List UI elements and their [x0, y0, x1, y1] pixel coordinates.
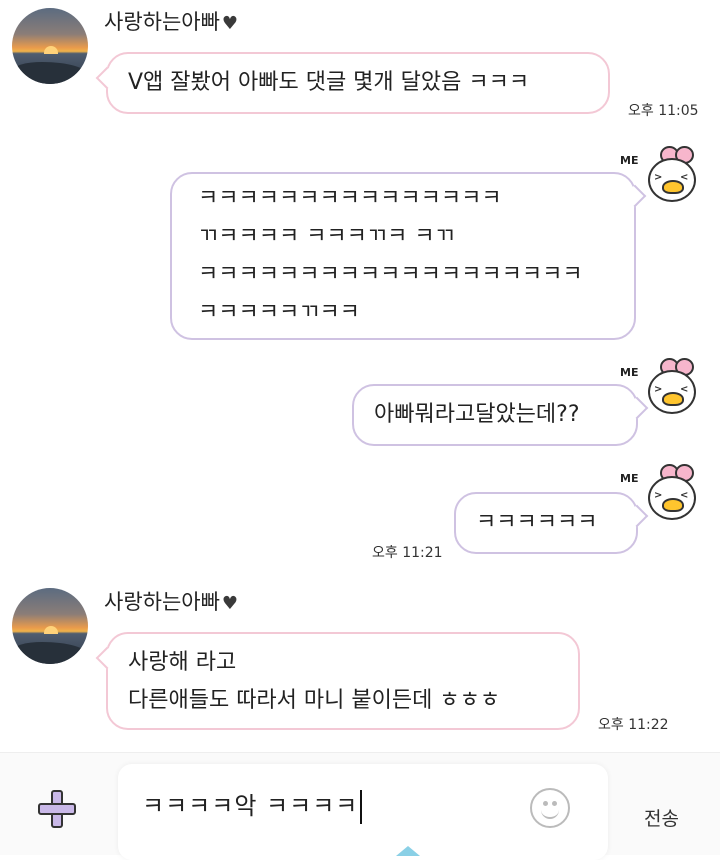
me-badge: ME [620, 154, 639, 167]
caret-handle-icon [396, 846, 420, 856]
sender-name-text: 사랑하는아빠 [104, 590, 220, 614]
sender-avatar[interactable] [12, 8, 88, 84]
message-text: 사랑해 라고 [128, 650, 237, 675]
message-text: ㄲㅋㅋㅋㅋ ㅋㅋㅋㄲㅋ ㅋㄲ [198, 224, 455, 249]
sender-avatar[interactable] [12, 588, 88, 664]
me-badge: ME [620, 472, 639, 485]
message-text: ㅋㅋㅋㅋㅋㅋㅋㅋㅋㅋㅋㅋㅋㅋㅋㅋㅋㅋㅋ [198, 262, 583, 287]
text-caret [360, 790, 363, 824]
message-text: 다른애들도 따라서 마니 붙이든데 ㅎㅎㅎ [128, 688, 501, 713]
message-bubble[interactable]: ㅋㅋㅋㅋㅋㅋㅋㅋㅋㅋㅋㅋㅋㅋㅋ ㄲㅋㅋㅋㅋ ㅋㅋㅋㄲㅋ ㅋㄲ ㅋㅋㅋㅋㅋㅋㅋㅋㅋ… [170, 172, 647, 340]
message-time: 오후 11:21 [372, 545, 443, 561]
message-bubble[interactable]: 사랑해 라고 다른애들도 따라서 마니 붙이든데 ㅎㅎㅎ [95, 632, 580, 730]
message-time: 오후 11:05 [628, 103, 699, 119]
heart-icon: ♥ [221, 13, 239, 34]
plus-icon[interactable] [38, 790, 76, 828]
message-text: 아빠뭐라고달았는데?? [374, 402, 580, 427]
sender-name: 사랑하는아빠 ♥ [104, 6, 238, 36]
message-time: 오후 11:22 [598, 717, 669, 733]
message-text: ㅋㅋㅋㅋㅋㄲㅋㅋ [198, 300, 360, 325]
sender-name: 사랑하는아빠 ♥ [104, 586, 238, 616]
message-text: ㅋㅋㅋㅋㅋㅋㅋㅋㅋㅋㅋㅋㅋㅋㅋ [198, 186, 502, 211]
send-button[interactable]: 전송 [644, 804, 679, 831]
message-text: ㅋㅋㅋㅋㅋㅋ [476, 510, 598, 535]
smiley-icon[interactable] [530, 788, 570, 828]
heart-icon: ♥ [221, 593, 239, 614]
message-input-text: ㅋㅋㅋㅋ악 ㅋㅋㅋㅋ [142, 792, 359, 820]
sender-name-text: 사랑하는아빠 [104, 10, 220, 34]
message-text: V앱 잘봤어 아빠도 댓글 몇개 달았음 ㅋㅋㅋ [128, 70, 530, 95]
message-bubble[interactable]: V앱 잘봤어 아빠도 댓글 몇개 달았음 ㅋㅋㅋ [95, 52, 610, 114]
me-badge: ME [620, 366, 639, 379]
message-bubble[interactable]: 아빠뭐라고달았는데?? [352, 384, 649, 446]
message-bubble[interactable]: ㅋㅋㅋㅋㅋㅋ [454, 492, 649, 554]
